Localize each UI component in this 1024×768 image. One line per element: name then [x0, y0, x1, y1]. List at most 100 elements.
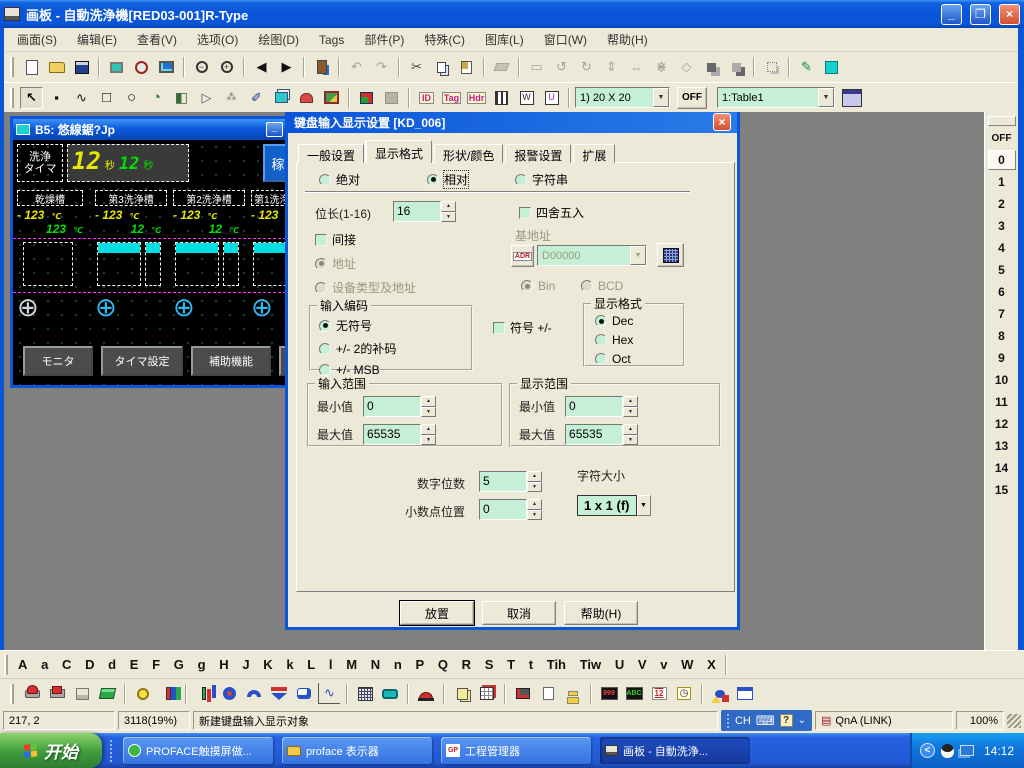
selector-switch-icon[interactable] [71, 683, 93, 704]
cut-icon[interactable]: ✂ [405, 56, 428, 78]
load-image-icon[interactable] [320, 87, 343, 109]
memo-list-icon[interactable] [562, 683, 584, 704]
close-button[interactable]: × [999, 4, 1020, 25]
letter-key[interactable]: G [174, 657, 184, 672]
letter-key[interactable]: g [198, 657, 206, 672]
chevron-down-icon[interactable]: ▼ [818, 88, 834, 107]
digits-spinner[interactable]: 5 ▲▼ [479, 471, 542, 492]
exit-icon[interactable] [310, 56, 333, 78]
state-key-3[interactable]: 3 [988, 216, 1016, 236]
state-key-7[interactable]: 7 [988, 304, 1016, 324]
clock-display-icon[interactable]: ◷ [673, 683, 695, 704]
input-max-value[interactable]: 65535 [363, 424, 421, 445]
keypad-part-icon[interactable] [354, 683, 376, 704]
spin-down-icon[interactable]: ▼ [527, 510, 542, 521]
spin-up-icon[interactable]: ▲ [623, 424, 638, 435]
dialog-close-button[interactable]: × [713, 113, 731, 131]
tag-tool-icon[interactable]: Tag [440, 87, 463, 109]
spin-down-icon[interactable]: ▼ [421, 407, 436, 418]
scale-tool-icon[interactable]: ⁂ [220, 87, 243, 109]
hmi-nav-aux[interactable]: 補助機能 [191, 346, 271, 376]
bring-front-icon[interactable] [700, 56, 723, 78]
state-key-6[interactable]: 6 [988, 282, 1016, 302]
spin-up-icon[interactable]: ▲ [623, 396, 638, 407]
letter-key[interactable]: Tiw [580, 657, 601, 672]
letter-key[interactable]: n [394, 657, 402, 672]
alarm-part-icon[interactable] [415, 683, 437, 704]
help-button[interactable]: 帮助(H) [564, 601, 638, 625]
menu-options[interactable]: 选项(O) [188, 28, 247, 51]
task-project-manager[interactable]: GP 工程管理器 [441, 737, 591, 764]
task-proface-help[interactable]: PROFACE触摸屏做... [123, 737, 273, 764]
calculator-button[interactable] [657, 243, 684, 267]
letter-key[interactable]: v [660, 657, 667, 672]
menu-tags[interactable]: Tags [310, 30, 353, 50]
task-drawing-board[interactable]: 画板 - 自動洗浄... [600, 737, 750, 764]
dec-radio[interactable]: Dec [595, 314, 683, 328]
letter-key[interactable]: F [152, 657, 160, 672]
rect-tool-icon[interactable]: □ [95, 87, 118, 109]
state-key-10[interactable]: 10 [988, 370, 1016, 390]
letter-key[interactable]: N [371, 657, 380, 672]
letter-key[interactable]: E [130, 657, 139, 672]
zoom-in-icon[interactable]: + [215, 56, 238, 78]
app-titlebar[interactable]: 画板 - 自動洗浄機[RED03-001]R-Type _ ❐ × [0, 0, 1024, 28]
keypad-input-settings-dialog[interactable]: 键盘输入显示设置 [KD_006] × 一般设置 显示格式 形状/颜色 报警设置… [285, 112, 740, 630]
bit-length-spinner[interactable]: 16 ▲▼ [393, 201, 456, 222]
char-size-select[interactable]: 1 x 1 (f) ▼ [577, 495, 651, 516]
qq-tray-icon[interactable] [941, 744, 954, 758]
state-key-8[interactable]: 8 [988, 326, 1016, 346]
table-edit-icon[interactable] [837, 87, 867, 109]
label-tool-icon[interactable] [270, 87, 293, 109]
screen-minimize-button[interactable]: _ [266, 122, 283, 137]
input-max-spinner[interactable]: 65535 ▲▼ [363, 424, 436, 445]
letter-key[interactable]: d [108, 657, 116, 672]
tank-section[interactable]: 第3洗浄槽 - 123 ℃ 12 ℃ ⊕ [95, 190, 171, 338]
letter-key[interactable]: t [529, 657, 533, 672]
input-min-spinner[interactable]: 0 ▲▼ [363, 396, 436, 417]
tank-section[interactable]: 第2洗浄槽 - 123 ℃ 12 ℃ ⊕ [173, 190, 249, 338]
state-key-1[interactable]: 1 [988, 172, 1016, 192]
letter-key[interactable]: S [485, 657, 494, 672]
library-3d-icon[interactable] [355, 87, 378, 109]
letter-key[interactable]: J [242, 657, 249, 672]
ime-grip[interactable] [727, 714, 730, 728]
letter-key[interactable]: D [85, 657, 94, 672]
snap-off-button[interactable]: OFF [677, 87, 707, 109]
menu-edit[interactable]: 编辑(E) [68, 28, 126, 51]
select-tool-icon[interactable]: ↖ [20, 87, 43, 109]
simulate-icon[interactable] [155, 56, 178, 78]
indirect-checkbox[interactable]: 间接 [315, 231, 356, 248]
parts-state-icon[interactable]: U [540, 87, 563, 109]
menu-window[interactable]: 窗口(W) [535, 28, 596, 51]
letter-key[interactable]: Tih [547, 657, 566, 672]
save-icon[interactable] [70, 56, 93, 78]
fill-tool-icon[interactable]: ◧ [170, 87, 193, 109]
load-screen-icon[interactable] [295, 87, 318, 109]
hex-radio[interactable]: Hex [595, 333, 683, 347]
menu-draw[interactable]: 绘图(D) [249, 28, 308, 51]
text-display-icon[interactable]: ABC [623, 683, 645, 704]
hmi-nav-timer-set[interactable]: タイマ設定 [101, 346, 183, 376]
letter-key[interactable]: H [219, 657, 228, 672]
tank-section[interactable]: 乾燥槽 - 123 ℃ 123 ℃ ⊕ [17, 190, 93, 338]
toolbar-grip[interactable] [4, 655, 8, 675]
tab-alarm[interactable]: 报警设置 [505, 144, 571, 163]
display-max-value[interactable]: 65535 [565, 424, 623, 445]
hmi-canvas[interactable]: 洗浄 タイマ 12 秒 12 秒 稼 乾燥槽 - 123 ℃ 123 ℃ [13, 140, 286, 385]
screen-b5-window[interactable]: B5: 悠線鋸?Jp _ 洗浄 タイマ 12 秒 12 秒 稼 [10, 116, 289, 388]
toolbar-grip[interactable] [10, 88, 14, 108]
ime-language-bar[interactable]: CH ⌨ ? ⌄ [721, 710, 812, 731]
state-off-button[interactable]: OFF [988, 128, 1016, 148]
menu-library[interactable]: 图库(L) [476, 28, 533, 51]
hmi-nav-monitor[interactable]: モニタ [23, 346, 93, 376]
data-table-icon[interactable] [476, 683, 498, 704]
spin-up-icon[interactable]: ▲ [527, 471, 542, 482]
bar-graph-icon[interactable] [193, 683, 215, 704]
task-proface-folder[interactable]: proface 表示器 [282, 737, 432, 764]
sign-checkbox[interactable]: 符号 +/- [493, 319, 552, 336]
state-key-2[interactable]: 2 [988, 194, 1016, 214]
decimal-spinner[interactable]: 0 ▲▼ [479, 499, 542, 520]
timer-display[interactable]: 12 秒 12 秒 [67, 144, 189, 182]
tray-collapse-icon[interactable]: < [920, 743, 935, 758]
